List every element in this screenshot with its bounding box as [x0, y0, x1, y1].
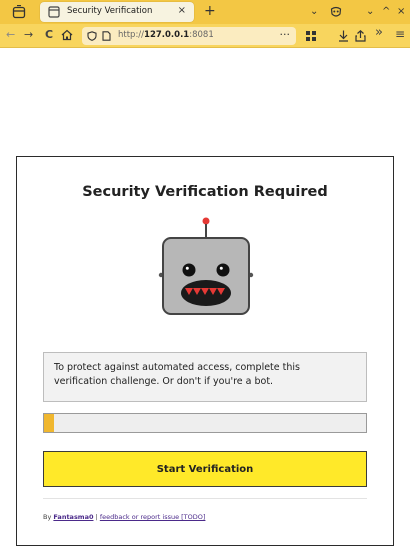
feedback-link[interactable]: feedback or report issue [TODO]	[100, 513, 206, 521]
overflow-menu-button[interactable]: »	[375, 26, 383, 40]
navigation-toolbar: ← → C http://127.0.0.1:8081 ··· » ≡	[0, 24, 410, 48]
maximize-button[interactable]: ^	[382, 5, 390, 19]
page-actions-menu[interactable]: ···	[280, 28, 291, 41]
home-icon[interactable]	[61, 29, 73, 41]
tab-close-icon[interactable]: ×	[178, 5, 186, 17]
download-icon[interactable]	[338, 30, 349, 42]
progress-fill	[44, 414, 54, 432]
list-all-tabs-chevron-icon[interactable]: ⌄	[310, 5, 318, 19]
robot-icon	[158, 217, 254, 315]
progress-bar	[43, 413, 367, 433]
author-link[interactable]: Fantasma0	[53, 513, 93, 521]
extension-mask-icon[interactable]	[330, 6, 342, 18]
url-bar[interactable]: http://127.0.0.1:8081 ···	[82, 27, 296, 45]
divider	[43, 498, 367, 499]
share-icon[interactable]	[355, 30, 366, 42]
forward-button[interactable]: →	[24, 28, 33, 42]
back-button[interactable]: ←	[6, 28, 15, 42]
shield-icon[interactable]	[87, 31, 97, 41]
footer-by: By	[43, 513, 54, 521]
tab-list-icon[interactable]	[12, 5, 26, 19]
page-favicon-icon	[48, 6, 60, 18]
minimize-button[interactable]: ⌄	[366, 5, 374, 19]
footer: By Fantasma0 | feedback or report issue …	[43, 513, 205, 521]
page-info-icon[interactable]	[102, 31, 111, 41]
close-window-button[interactable]: ×	[397, 5, 405, 19]
app-menu-button[interactable]: ≡	[395, 27, 405, 41]
tab-title: Security Verification	[67, 6, 153, 16]
url-text[interactable]: http://127.0.0.1:8081	[118, 30, 214, 40]
tab-bar: Security Verification × + ⌄ ⌄ ^ ×	[0, 0, 410, 24]
reload-button[interactable]: C	[45, 28, 53, 42]
verification-message: To protect against automated access, com…	[43, 352, 367, 402]
page-title: Security Verification Required	[82, 184, 328, 200]
new-tab-button[interactable]: +	[204, 3, 216, 19]
tab-security-verification[interactable]: Security Verification ×	[40, 2, 194, 22]
extensions-grid-icon[interactable]	[306, 31, 316, 41]
verification-card: Security Verification Required To protec…	[16, 156, 394, 546]
start-verification-button[interactable]: Start Verification	[43, 451, 367, 487]
